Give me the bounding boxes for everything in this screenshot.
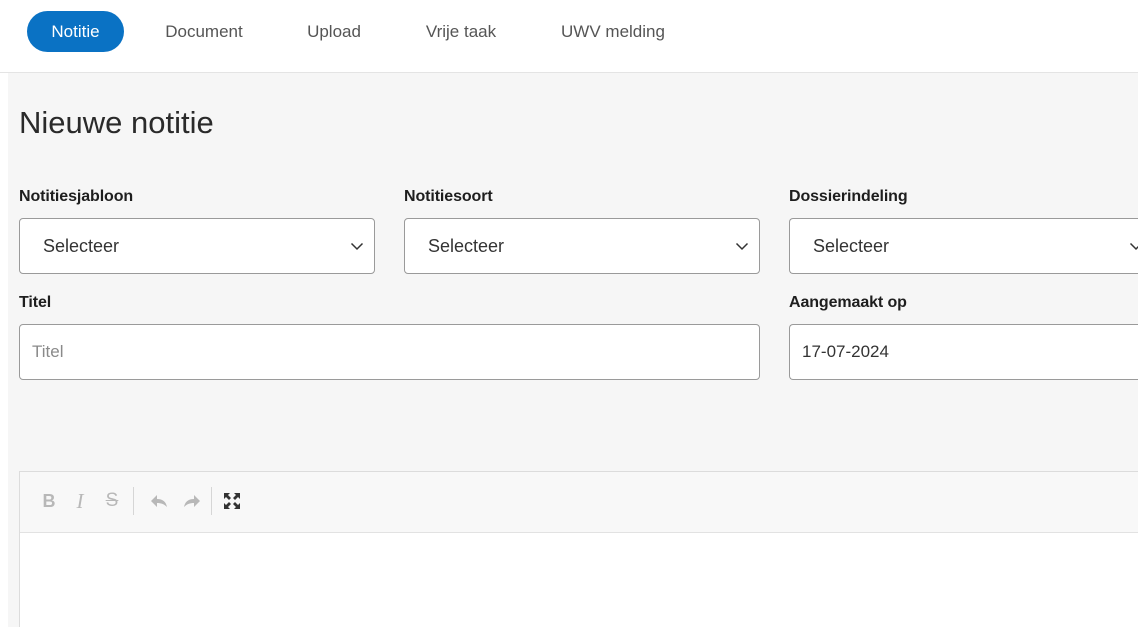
page-title: Nieuwe notitie <box>19 105 214 140</box>
note-editor: B I S <box>19 471 1138 627</box>
title-label: Titel <box>19 294 52 311</box>
type-select-value: Selecteer <box>428 236 505 256</box>
editor-toolbar: B I S <box>20 472 1138 533</box>
type-label: Notitiesoort <box>404 188 493 205</box>
italic-icon[interactable]: I <box>68 489 92 513</box>
chevron-down-icon <box>735 242 749 251</box>
folder-label: Dossierindeling <box>789 188 908 205</box>
tab-document[interactable]: Document <box>150 11 258 52</box>
created-label: Aangemaakt op <box>789 294 907 311</box>
folder-select-value: Selecteer <box>813 236 890 256</box>
template-select-value: Selecteer <box>43 236 120 256</box>
tab-uwv-melding[interactable]: UWV melding <box>547 11 679 52</box>
chevron-down-icon <box>1129 242 1138 251</box>
tab-upload[interactable]: Upload <box>295 11 373 52</box>
fullscreen-icon[interactable] <box>220 489 244 513</box>
template-select[interactable]: Selecteer <box>19 218 375 274</box>
chevron-down-icon <box>350 242 364 251</box>
redo-icon[interactable] <box>180 489 204 513</box>
strikethrough-icon[interactable]: S <box>100 489 124 513</box>
toolbar-divider <box>211 487 212 515</box>
tab-bar: Notitie Document Upload Vrije taak UWV m… <box>0 0 1138 73</box>
title-field <box>19 324 760 380</box>
template-label: Notitiesjabloon <box>19 188 134 205</box>
bold-icon[interactable]: B <box>37 489 61 513</box>
title-input[interactable] <box>20 325 759 379</box>
tab-vrije-taak[interactable]: Vrije taak <box>413 11 509 52</box>
type-select[interactable]: Selecteer <box>404 218 760 274</box>
toolbar-divider <box>133 487 134 515</box>
undo-icon[interactable] <box>147 489 171 513</box>
note-form-panel: Nieuwe notitie Notitiesjabloon Selecteer… <box>8 73 1138 627</box>
created-date-input[interactable] <box>790 325 1138 379</box>
editor-content-area[interactable] <box>20 533 1138 628</box>
folder-select[interactable]: Selecteer <box>789 218 1138 274</box>
created-field <box>789 324 1138 380</box>
tab-notitie[interactable]: Notitie <box>27 11 124 52</box>
